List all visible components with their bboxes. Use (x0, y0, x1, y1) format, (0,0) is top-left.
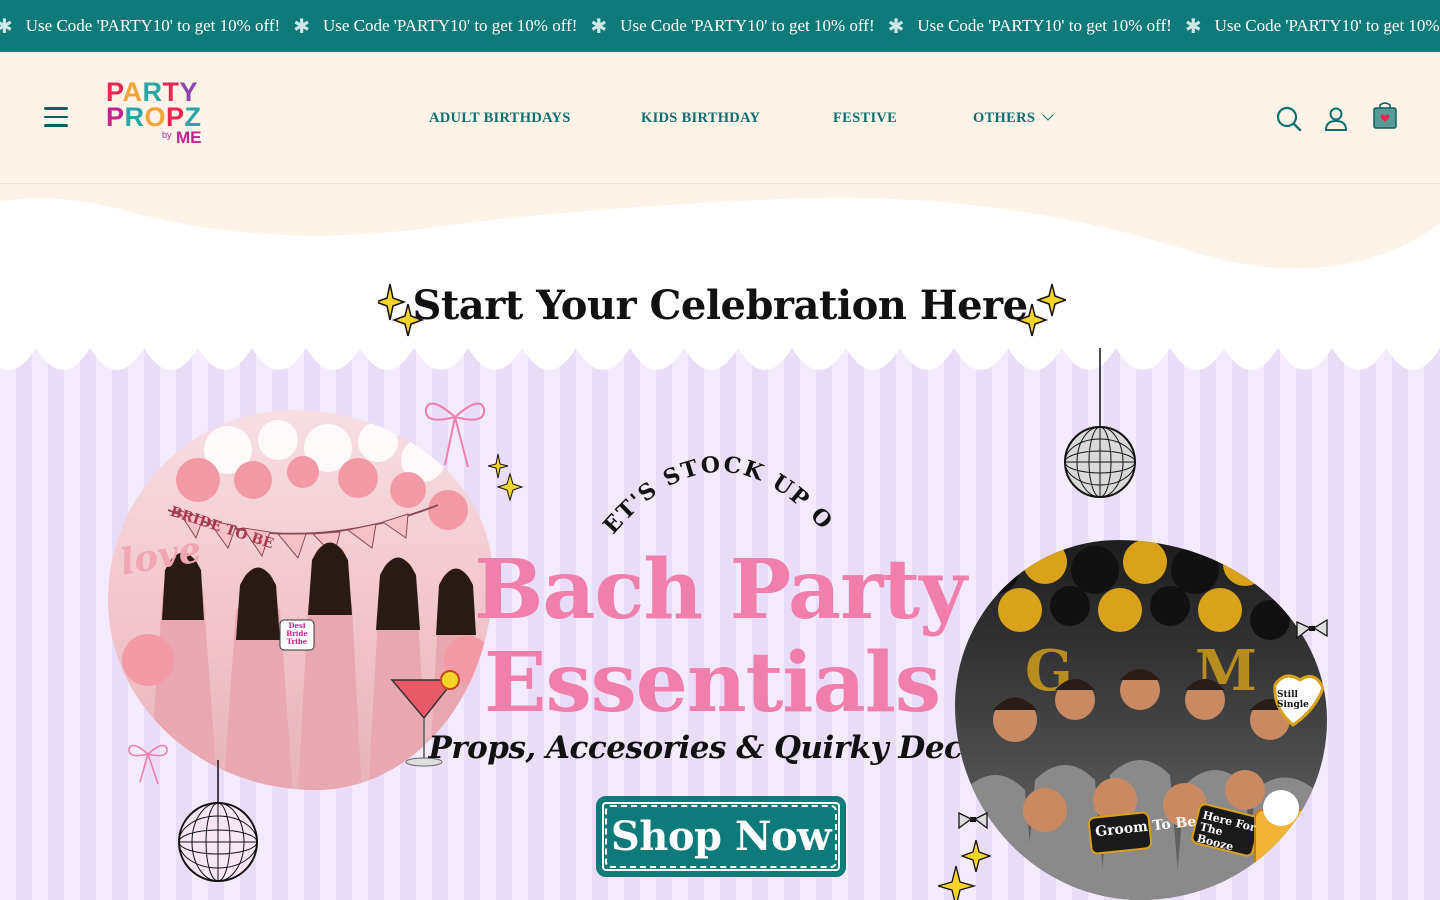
account-icon[interactable] (1323, 106, 1349, 132)
announcement-text: Use Code 'PARTY10' to get 10% off! (917, 16, 1172, 35)
asterisk-icon: ✱ (590, 14, 608, 38)
disco-ball-icon (178, 760, 258, 882)
sparkle-icon (1016, 283, 1066, 337)
announcement-text: Use Code 'PARTY10' to get 10% off! (1214, 16, 1440, 35)
hero-banner[interactable]: BRIDE TO BE love Desi Bride Tribe LET'S … (0, 340, 1440, 900)
nav-adult-birthdays[interactable]: ADULT BIRTHDAYS (429, 110, 571, 127)
announcement-bar: ✱ Use Code 'PARTY10' to get 10% off! ✱ Use … (0, 0, 1440, 52)
section-title: Start Your Celebration Here (412, 282, 1028, 329)
site-header: PARTY PROPZ by ME ADULT BIRTHDAYS KIDS B… (0, 52, 1440, 184)
nav-festive[interactable]: FESTIVE (833, 110, 897, 127)
bow-icon (424, 402, 486, 468)
cart-icon[interactable] (1372, 102, 1398, 129)
sparkle-icon (488, 453, 524, 502)
logo-by: by (162, 130, 172, 140)
sparkle-icon (378, 283, 425, 337)
shop-now-label: Shop Now (610, 813, 832, 860)
announcement-text: Use Code 'PARTY10' to get 10% off! (322, 16, 578, 35)
section-title-wrap: Start Your Celebration Here (0, 282, 1440, 342)
logo-brand: ME (176, 128, 202, 147)
asterisk-icon: ✱ (1184, 14, 1202, 38)
asterisk-icon: ✱ (0, 14, 13, 38)
asterisk-icon: ✱ (293, 14, 310, 38)
sparkle-icon (938, 839, 992, 900)
search-icon[interactable] (1276, 106, 1302, 132)
nav-others[interactable]: OTHERS (973, 109, 1054, 127)
announcement-text: Use Code 'PARTY10' to get 10% off! (25, 16, 281, 35)
main-nav: ADULT BIRTHDAYS KIDS BIRTHDAY FESTIVE OT… (0, 109, 1440, 130)
disco-ball-icon (1064, 348, 1136, 498)
chevron-down-icon (1042, 109, 1054, 121)
bowtie-icon (1296, 618, 1328, 640)
wave-divider (0, 184, 1440, 269)
shop-now-button[interactable]: Shop Now (596, 796, 846, 877)
announcement-text: Use Code 'PARTY10' to get 10% off! (620, 16, 875, 35)
announcement-track: ✱ Use Code 'PARTY10' to get 10% off! ✱ Use … (0, 0, 1440, 52)
bowtie-icon (958, 811, 988, 830)
scallop-edge (0, 340, 1440, 370)
nav-others-label: OTHERS (973, 110, 1036, 126)
single-sign-text: Still Single (1277, 690, 1309, 710)
nav-kids-birthday[interactable]: KIDS BIRTHDAY (641, 110, 760, 127)
arc-heading: LET'S STOCK UP ON (600, 430, 839, 539)
asterisk-icon: ✱ (887, 14, 905, 38)
svg-text:LET'S STOCK UP ON: LET'S STOCK UP ON (600, 430, 839, 539)
